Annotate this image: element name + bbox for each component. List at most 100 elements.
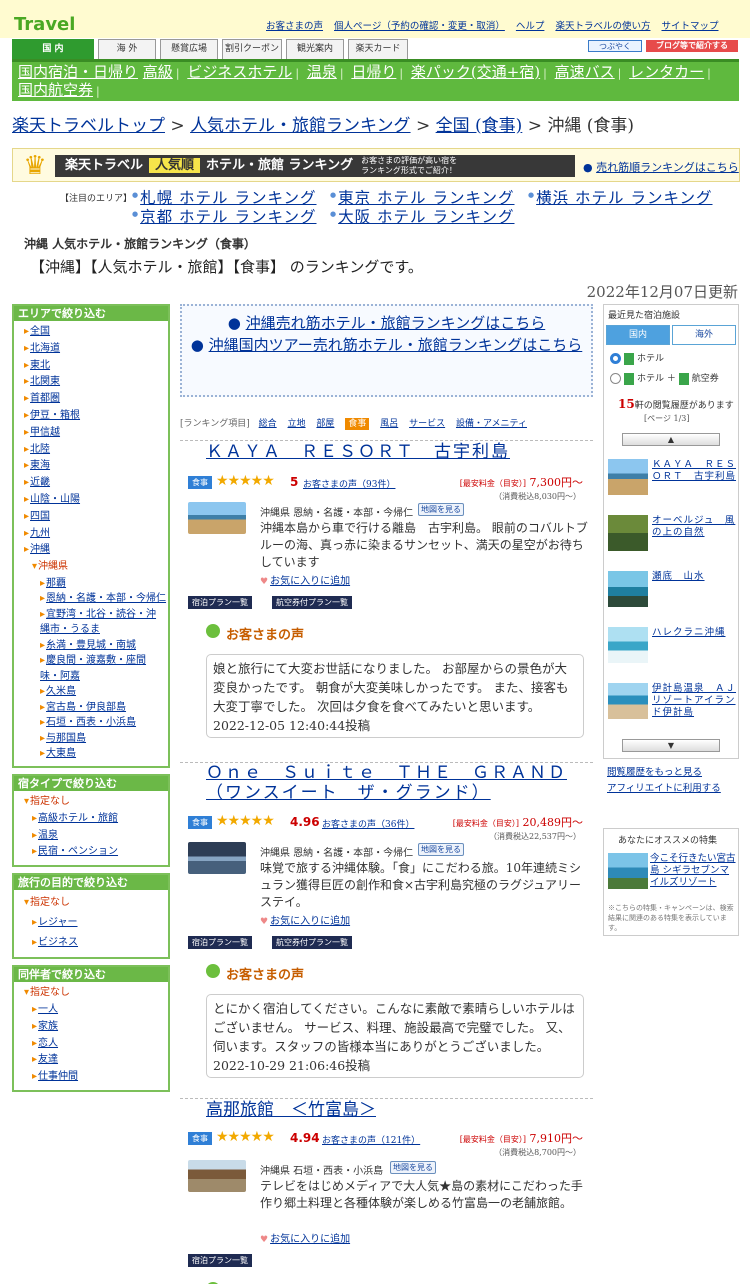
cat-bath[interactable]: 風呂 <box>380 419 398 429</box>
breadcrumb-ranking[interactable]: 人気ホテル・旅館ランキング <box>190 116 411 136</box>
history-item-name[interactable]: 伊計島温泉 ＡＪリゾートアイランド伊計島 <box>652 683 736 719</box>
area-item-hokkaido[interactable]: 北海道 <box>24 341 164 358</box>
area-item-kinki[interactable]: 近畿 <box>24 475 164 492</box>
radio-hotel[interactable]: ホテル <box>610 351 664 365</box>
link-sitemap[interactable]: サイトマップ <box>661 21 718 32</box>
tab-sightseeing[interactable]: 観光案内 <box>286 39 344 59</box>
okinawa-tour-ranking-link[interactable]: ● 沖縄国内ツアー売れ筋ホテル・旅館ランキングはこちら <box>182 334 591 356</box>
blog-share-button[interactable]: ブログ等で紹介する <box>646 40 738 52</box>
plan-list-button[interactable]: 宿泊プラン一覧 <box>188 1254 252 1267</box>
purpose-business[interactable]: ビジネス <box>32 933 164 953</box>
link-how-to-use[interactable]: 楽天トラベルの使い方 <box>555 21 650 32</box>
history-item-name[interactable]: ハレクラニ沖縄 <box>652 627 736 639</box>
subarea-ginowan-chatan[interactable]: 宜野湾・北谷・読谷・沖縄市・うるま <box>40 607 164 638</box>
nav-rentacar[interactable]: レンタカー <box>629 63 704 81</box>
subarea-daito[interactable]: 大東島 <box>40 746 164 762</box>
area-link-yokohama[interactable]: 横浜 ホテル ランキング <box>528 186 713 208</box>
review-count-link[interactable]: お客さまの声（36件） <box>322 817 414 830</box>
map-button[interactable]: 地図を見る <box>418 843 464 856</box>
companion-lover[interactable]: 恋人 <box>32 1036 164 1053</box>
nav-highway-bus[interactable]: 高速バス <box>555 63 615 81</box>
affiliate-link[interactable]: アフィリエイトに利用する <box>607 782 735 795</box>
area-item-sanin-sanyo[interactable]: 山陰・山陽 <box>24 492 164 509</box>
history-thumb[interactable] <box>608 571 648 607</box>
breadcrumb-top[interactable]: 楽天トラベルトップ <box>12 116 165 136</box>
subarea-miyako[interactable]: 宮古島・伊良部島 <box>40 700 164 716</box>
subarea-onna-nago[interactable]: 恩納・名護・本部・今帰仁 <box>40 591 166 607</box>
air-plan-list-button[interactable]: 航空券付プラン一覧 <box>272 936 352 949</box>
map-button[interactable]: 地図を見る <box>390 1161 436 1174</box>
nav-rakupack[interactable]: 楽パック(交通+宿) <box>411 63 540 81</box>
breadcrumb-national-meal[interactable]: 全国 (食事) <box>436 116 523 136</box>
plan-list-button[interactable]: 宿泊プラン一覧 <box>188 596 252 609</box>
type-minshuku[interactable]: 民宿・ペンション <box>32 844 164 861</box>
subarea-naha[interactable]: 那覇 <box>40 576 164 592</box>
link-customer-voice[interactable]: お客さまの声 <box>266 21 323 32</box>
tab-coupon[interactable]: 割引クーポン <box>222 39 282 59</box>
subarea-ishigaki[interactable]: 石垣・西表・小浜島 <box>40 715 164 731</box>
history-item-name[interactable]: 瀬底 山水 <box>652 571 736 583</box>
cat-room[interactable]: 部屋 <box>316 419 334 429</box>
companion-alone[interactable]: 一人 <box>32 1002 164 1019</box>
companion-colleagues[interactable]: 仕事仲間 <box>32 1069 164 1086</box>
rank-link2-post[interactable]: ホテル・旅館ランキングはこちら <box>358 336 583 354</box>
sales-ranking-link[interactable]: ● 売れ筋順ランキングはこちら <box>583 159 739 175</box>
tab-overseas[interactable]: 海 外 <box>98 39 156 59</box>
area-item-okinawa[interactable]: 沖縄 <box>24 542 164 559</box>
cat-meal[interactable]: 食事 <box>345 418 370 430</box>
tab-domestic[interactable]: 国 内 <box>12 39 94 59</box>
history-up-button[interactable]: ▲ <box>622 433 720 446</box>
subarea-itoman[interactable]: 糸満・豊見城・南城 <box>40 638 164 654</box>
area-item-koshinetsu[interactable]: 甲信越 <box>24 425 164 442</box>
companion-family[interactable]: 家族 <box>32 1019 164 1036</box>
subarea-kerama[interactable]: 慶良間・渡嘉敷・座間味・阿嘉 <box>40 653 164 684</box>
type-luxury[interactable]: 高級ホテル・旅館 <box>32 811 164 828</box>
area-link-kyoto[interactable]: 京都 ホテル ランキング <box>132 205 317 227</box>
history-down-button[interactable]: ▼ <box>622 739 720 752</box>
hotel-name[interactable]: 高那旅館 ＜竹富島＞ <box>180 1098 593 1121</box>
nav-domestic-air[interactable]: 国内航空券 <box>18 81 93 99</box>
rank-link2-pre[interactable]: 沖縄国内ツアー売れ筋 <box>209 336 358 354</box>
map-button[interactable]: 地図を見る <box>418 503 464 516</box>
history-thumb[interactable] <box>608 683 648 719</box>
nav-onsen[interactable]: 温泉 <box>307 63 337 81</box>
hotel-thumbnail[interactable] <box>188 1160 246 1192</box>
recommended-item-link[interactable]: 今こそ行きたい宮古島 シギラセブンマイルズリゾート <box>650 853 736 889</box>
plan-list-button[interactable]: 宿泊プラン一覧 <box>188 936 252 949</box>
area-item-zenkoku[interactable]: 全国 <box>24 324 164 341</box>
cat-location[interactable]: 立地 <box>288 419 306 429</box>
history-item-name[interactable]: オーベルジュ 風の上の自然 <box>652 515 736 539</box>
link-help[interactable]: ヘルプ <box>516 21 545 32</box>
link-personal-page[interactable]: 個人ページ（予約の確認・変更・取消） <box>334 21 505 32</box>
tab-recent-overseas[interactable]: 海外 <box>672 325 736 345</box>
nav-luxury[interactable]: 高級 <box>143 63 173 81</box>
add-favorite-link[interactable]: お気に入りに追加 <box>260 572 350 587</box>
add-favorite-link[interactable]: お気に入りに追加 <box>260 1230 350 1245</box>
hotel-thumbnail[interactable] <box>188 842 246 874</box>
area-item-izu-hakone[interactable]: 伊豆・箱根 <box>24 408 164 425</box>
cat-overall[interactable]: 総合 <box>259 419 277 429</box>
history-thumb[interactable] <box>608 515 648 551</box>
area-item-shikoku[interactable]: 四国 <box>24 509 164 526</box>
type-onsen[interactable]: 温泉 <box>32 828 164 845</box>
cat-service[interactable]: サービス <box>409 419 445 429</box>
more-history-link[interactable]: 閲覧履歴をもっと見る <box>607 766 702 779</box>
sales-ranking-link-text[interactable]: 売れ筋順ランキングはこちら <box>596 161 739 174</box>
area-link-osaka[interactable]: 大阪 ホテル ランキング <box>330 205 515 227</box>
subarea-yonaguni[interactable]: 与那国島 <box>40 731 164 747</box>
tab-rakuten-card[interactable]: 楽天カード <box>348 39 408 59</box>
hotel-name[interactable]: ＫＡＹＡ ＲＥＳＯＲＴ 古宇利島 <box>180 440 593 463</box>
nav-domestic-stay[interactable]: 国内宿泊・日帰り <box>18 63 138 81</box>
area-item-kyushu[interactable]: 九州 <box>24 526 164 543</box>
air-plan-list-button[interactable]: 航空券付プラン一覧 <box>272 596 352 609</box>
tab-recent-domestic[interactable]: 国内 <box>606 325 670 345</box>
hotel-name[interactable]: Ｏｎｅ Ｓｕｉｔｅ ＴＨＥ ＧＲＡＮＤ（ワンスイート ザ・グランド） <box>180 762 593 803</box>
area-item-hokuriku[interactable]: 北陸 <box>24 442 164 459</box>
area-item-shutoken[interactable]: 首都圏 <box>24 391 164 408</box>
history-thumb[interactable] <box>608 459 648 495</box>
history-item-name[interactable]: ＫＡＹＡ ＲＥＳＯＲＴ 古宇利島 <box>652 459 736 483</box>
add-favorite-link[interactable]: お気に入りに追加 <box>260 912 350 927</box>
review-count-link[interactable]: お客さまの声（93件） <box>303 477 395 490</box>
okinawa-sales-ranking-link[interactable]: ● 沖縄売れ筋ホテル・旅館ランキングはこちら <box>182 312 591 334</box>
cat-amenity[interactable]: 設備・アメニティ <box>456 419 527 429</box>
